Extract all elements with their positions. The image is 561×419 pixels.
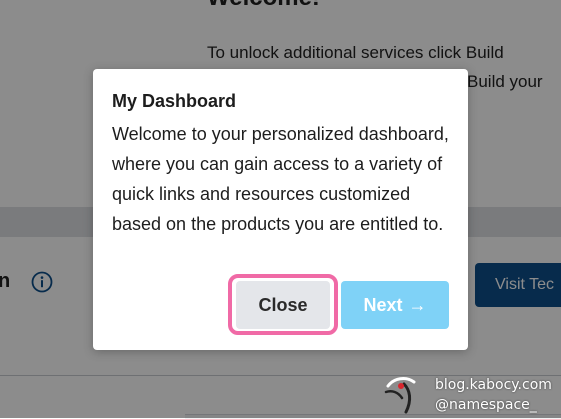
watermark-line-1: blog.kabocy.com [435, 377, 552, 393]
arrow-right-icon: → [408, 294, 427, 315]
close-button[interactable]: Close [236, 281, 330, 329]
kabocy-logo-icon [384, 377, 416, 414]
close-button-label: Close [258, 294, 308, 315]
dialog-body: Welcome to your personalized dashboard, … [112, 124, 449, 234]
watermark-line-2: @namespace_ [435, 397, 537, 413]
tour-dialog: My Dashboard Welcome to your personalize… [93, 69, 468, 350]
next-button[interactable]: Next → [341, 281, 449, 329]
dialog-title: My Dashboard [112, 91, 237, 111]
next-button-label: Next [363, 294, 403, 315]
watermark-text: blog.kabocy.com @namespace_ [435, 375, 552, 415]
